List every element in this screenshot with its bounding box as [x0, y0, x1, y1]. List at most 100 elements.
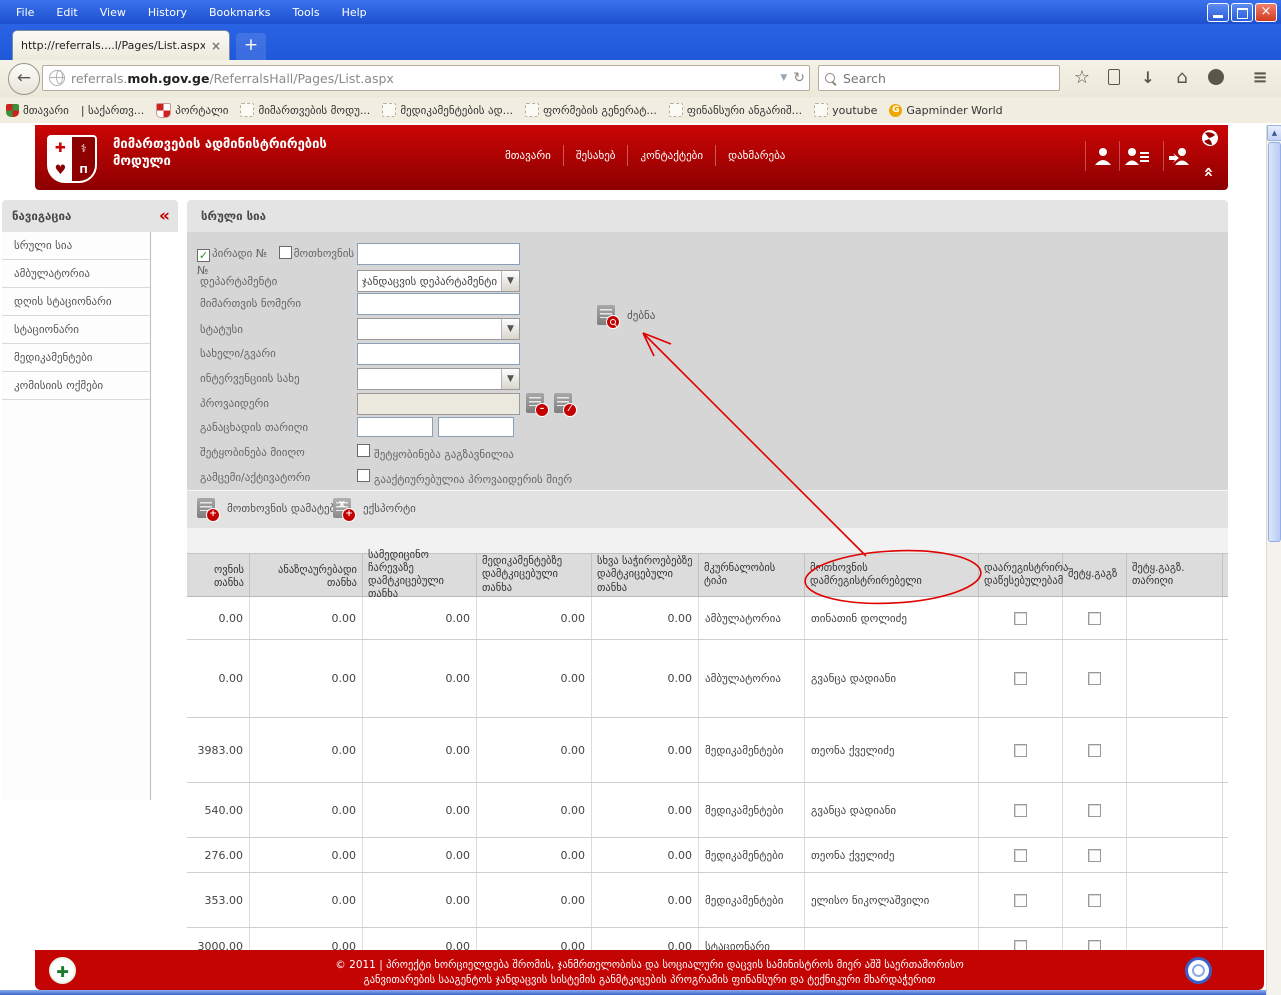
minimize-button[interactable]	[1207, 3, 1229, 22]
row-checkbox[interactable]	[1014, 894, 1027, 907]
status-select[interactable]: ▼	[357, 318, 520, 340]
id-number-input[interactable]	[357, 243, 520, 265]
row-checkbox[interactable]	[1088, 940, 1101, 950]
request-no-checkbox[interactable]	[279, 246, 292, 259]
row-checkbox[interactable]	[1014, 744, 1027, 757]
restore-button[interactable]	[1231, 3, 1253, 22]
row-checkbox[interactable]	[1088, 804, 1101, 817]
referral-no-input[interactable]	[357, 293, 520, 315]
row-checkbox[interactable]	[1014, 940, 1027, 950]
reload-icon[interactable]: ↻	[793, 70, 805, 86]
bookmark-item[interactable]: GGapminder World	[889, 104, 1002, 117]
bookmark-item[interactable]: მედიკამენტების ად...	[382, 103, 513, 117]
add-request-button[interactable]: + მოთხოვნის დამატება	[197, 498, 341, 518]
column-header-treatment-type[interactable]: მკურნალობის ტიპი	[699, 554, 805, 596]
date-to-input[interactable]	[438, 417, 514, 437]
column-header-meds-approved[interactable]: მედიკამენტებზე დამტკიცებული თანხა	[477, 554, 592, 596]
row-checkbox[interactable]	[1088, 849, 1101, 862]
menu-edit[interactable]: Edit	[56, 6, 77, 19]
home-icon[interactable]: ⌂	[1170, 66, 1194, 90]
sidebar-item-full-list[interactable]: სრული სია	[2, 232, 150, 260]
personal-no-checkbox[interactable]: ✓	[197, 249, 210, 262]
close-window-button[interactable]: ×	[1255, 3, 1277, 22]
department-select[interactable]: ჯანდაცვის დეპარტამენტი (მე ▼	[357, 270, 520, 292]
date-from-input[interactable]	[357, 417, 433, 437]
nav-contacts[interactable]: კონტაქტები	[628, 145, 716, 166]
scrollbar-track[interactable]: ▲	[1266, 125, 1281, 995]
nav-home[interactable]: მთავარი	[493, 145, 564, 166]
provider-clear-button[interactable]: ⁄	[554, 393, 572, 413]
column-header-request-amount[interactable]: ოვნის თანხა	[187, 554, 250, 596]
users-list-icon[interactable]	[1119, 141, 1154, 171]
bookmark-item[interactable]: youtube	[814, 103, 877, 117]
provider-pick-button[interactable]: –	[526, 393, 544, 413]
notification-sent-checkbox[interactable]	[357, 444, 370, 457]
row-checkbox[interactable]	[1014, 612, 1027, 625]
activated-by-provider-checkbox[interactable]	[357, 469, 370, 482]
bookmark-item[interactable]: ფინანსური ანგარიშ...	[669, 103, 802, 117]
notif-sent-checkbox-cell	[1063, 597, 1127, 639]
footer-line-1: © 2011 | პროექტი ხორციელდება შრომის, ჯან…	[35, 958, 1264, 973]
intervention-select[interactable]: ▼	[357, 368, 520, 390]
hamburger-menu-icon[interactable]: ≡	[1248, 66, 1272, 90]
scrollbar-thumb[interactable]	[1268, 142, 1281, 542]
row-checkbox[interactable]	[1088, 894, 1101, 907]
column-header-other-approved[interactable]: სხვა საჭიროებებზე დამტკიცებული თანხა	[592, 554, 699, 596]
sidebar-item-commission-protocols[interactable]: კომისიის ოქმები	[2, 372, 150, 400]
amount-cell: 0.00	[363, 783, 477, 837]
row-checkbox[interactable]	[1014, 672, 1027, 685]
column-header-registrar[interactable]: მოთხოვნის დამრეგისტრირებელი	[805, 554, 979, 596]
url-bar[interactable]: referrals.moh.gov.ge/ReferralsHall/Pages…	[42, 65, 810, 91]
sidebar-item-hospital[interactable]: სტაციონარი	[2, 316, 150, 344]
reading-list-icon[interactable]	[1102, 66, 1126, 90]
user-profile-icon[interactable]	[1085, 141, 1120, 171]
menu-file[interactable]: File	[16, 6, 34, 19]
collapse-header-chevrons-icon[interactable]: «	[1198, 167, 1218, 176]
downloads-icon[interactable]: ↓	[1136, 66, 1160, 90]
browser-tab[interactable]: http://referrals....l/Pages/List.aspx ×	[12, 30, 230, 60]
search-input[interactable]	[841, 70, 1053, 87]
tab-close-icon[interactable]: ×	[211, 39, 221, 53]
bookmark-item[interactable]: | საქართვ...	[81, 104, 144, 117]
row-checkbox[interactable]	[1088, 744, 1101, 757]
column-header-registered-by-institution[interactable]: დაარეგისტრირა დაწესებულებამ	[979, 554, 1063, 596]
sidebar-item-day-hospital[interactable]: დღის სტაციონარი	[2, 288, 150, 316]
nav-help[interactable]: დახმარება	[716, 145, 797, 166]
menu-bookmarks[interactable]: Bookmarks	[209, 6, 270, 19]
sidebar-collapse-icon[interactable]: «	[159, 206, 168, 226]
department-label: დეპარტამენტი	[200, 275, 277, 288]
back-button[interactable]: ←	[8, 63, 40, 95]
url-dropdown-icon[interactable]: ▼	[780, 73, 787, 83]
column-header-notif-sent[interactable]: შეტყ.გაგზ	[1063, 554, 1127, 596]
search-bar[interactable]	[818, 65, 1060, 91]
row-checkbox[interactable]	[1014, 849, 1027, 862]
bookmark-star-icon[interactable]: ☆	[1070, 66, 1094, 90]
footer-green-logo: ✚	[49, 957, 76, 984]
logout-icon[interactable]	[1163, 141, 1198, 171]
name-input[interactable]	[357, 343, 520, 365]
column-header-reimbursable[interactable]: ანაზღაურებადი თანხა	[250, 554, 363, 596]
sidebar-item-medications[interactable]: მედიკამენტები	[2, 344, 150, 372]
globe-icon[interactable]	[1201, 129, 1219, 151]
scrollbar-up-arrow[interactable]: ▲	[1267, 125, 1281, 141]
menu-view[interactable]: View	[100, 6, 126, 19]
row-checkbox[interactable]	[1088, 612, 1101, 625]
bookmark-item[interactable]: მთავარი	[6, 104, 69, 117]
sidebar-item-ambulatory[interactable]: ამბულატორია	[2, 260, 150, 288]
column-header-notif-sent-date[interactable]: შეტყ.გაგზ. თარიღი	[1127, 554, 1223, 596]
menu-history[interactable]: History	[148, 6, 187, 19]
bookmark-item[interactable]: მიმართვების მოდუ...	[240, 103, 370, 117]
row-checkbox[interactable]	[1014, 804, 1027, 817]
column-header-medical-approved[interactable]: სამედიცინო ჩარევაზე დამტკიცებული თანხა	[363, 554, 477, 596]
amount-cell: 3000.00	[187, 928, 250, 950]
search-button[interactable]: ძებნა	[597, 305, 655, 325]
chat-icon[interactable]	[1204, 66, 1228, 90]
nav-about[interactable]: შესახებ	[564, 145, 629, 166]
bookmark-item[interactable]: პორტალი	[156, 103, 228, 118]
row-checkbox[interactable]	[1088, 672, 1101, 685]
new-tab-button[interactable]: +	[236, 33, 266, 60]
menu-tools[interactable]: Tools	[292, 6, 319, 19]
bookmark-item[interactable]: ფორმების გენერატ...	[525, 103, 657, 117]
export-button[interactable]: X+ ექსპორტი	[333, 498, 416, 518]
menu-help[interactable]: Help	[342, 6, 367, 19]
